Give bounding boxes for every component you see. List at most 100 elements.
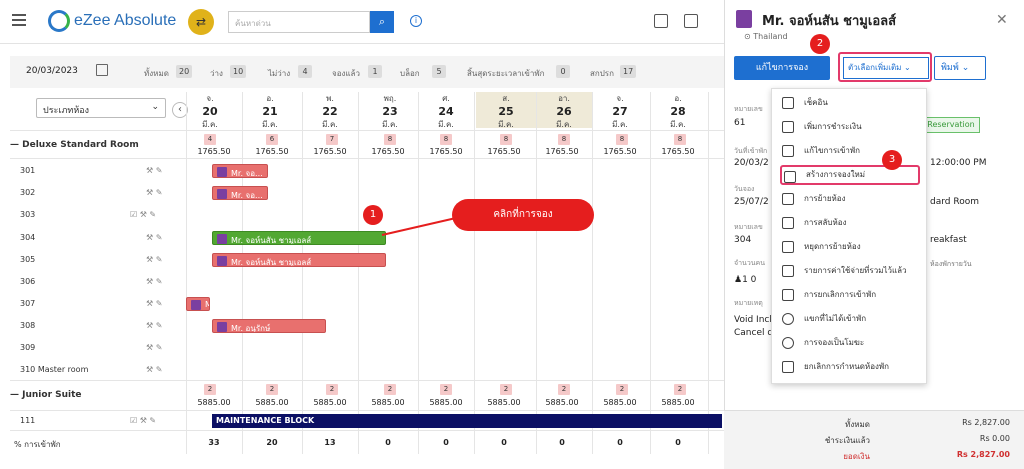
booking-bar[interactable]: Mr. จอ... [212,164,268,178]
menu-item-inclusions[interactable]: รายการค่าใช้จ่ายที่รวมไว้แล้ว [780,261,920,281]
room-type-deluxe[interactable]: — Deluxe Standard Room [10,140,139,150]
checkin-value: 20/03/2 [734,158,769,168]
avail-count: 8 [616,134,628,145]
housekeeping-icon[interactable]: ☑ ⚒ ✎ [130,210,156,219]
rate-type-value: reakfast [930,235,967,245]
room-rate: 5885.00 [661,398,695,407]
menu-item-new-reservation[interactable]: สร้างการจองใหม่ [780,165,920,185]
menu-item-checkin[interactable]: เช็คอิน [780,93,920,113]
void-icon [782,337,794,349]
menu-item-unassign-room[interactable]: ยกเลิกการกำหนดห้องพัก [780,357,920,377]
booking-bar[interactable]: Mr. อนุรักษ์ [212,319,326,333]
current-date[interactable]: 20/03/2023 [26,66,78,76]
housekeeping-icon[interactable]: ⚒ ✎ [146,255,162,264]
menu-item-add-payment[interactable]: เพิ่มการชำระเงิน [780,117,920,137]
note-line-1: Void Incl [734,315,772,325]
booking-bar[interactable]: M [186,297,210,311]
menu-item-room-move[interactable]: การย้ายห้อง [780,189,920,209]
bed-cancel-icon [782,361,794,373]
callout-click-booking: คลิกที่การจอง [452,199,594,231]
guest-icon [217,322,227,332]
housekeeping-icon[interactable]: ⚒ ✎ [146,321,162,330]
housekeeping-icon[interactable]: ☑ ⚒ ✎ [130,416,156,425]
more-options-menu: เช็คอิน เพิ่มการชำระเงิน แก้ไขการเข้าพัก… [771,88,927,384]
booked-label: วันจอง [734,185,755,193]
menu-item-stop-move[interactable]: หยุดการย้ายห้อง [780,237,920,257]
guest-icon [217,234,227,244]
guest-name: Mr. จอห์นสัน ชามูเอลส์ [762,14,897,29]
room-label[interactable]: 310 Master room [20,365,88,374]
step-badge-1: 1 [363,205,383,225]
menu-item-swap-room[interactable]: การสลับห้อง [780,213,920,233]
paid-label: ชำระเงินแล้ว [824,436,870,445]
chevron-down-icon: ⌄ [961,63,970,73]
room-label[interactable]: 308 [20,321,35,330]
location-pin-icon: ⊙ [744,32,754,41]
room-label[interactable]: 309 [20,343,35,352]
edit-reservation-button[interactable]: แก้ไขการจอง [734,56,830,80]
housekeeping-icon[interactable]: ⚒ ✎ [146,365,162,374]
room-label[interactable]: 304 [20,233,35,242]
stat-count-total: 20 [176,65,193,78]
menu-item-void[interactable]: การจองเป็นโมฆะ [780,333,920,353]
housekeeping-icon[interactable]: ⚒ ✎ [146,343,162,352]
housekeeping-icon[interactable]: ⚒ ✎ [146,277,162,286]
occupancy-value: 0 [443,438,449,447]
housekeeping-icon[interactable]: ⚒ ✎ [146,166,162,175]
room-rate: 5885.00 [371,398,405,407]
calendar-icon[interactable] [96,64,108,76]
room-label[interactable]: 303 [20,210,35,219]
more-options-button[interactable]: ตัวเลือกเพิ่มเติม ⌄ [838,52,932,82]
room-type-select-value: ประเภทห้อง [43,106,90,116]
guest-location: ⊙ Thailand [744,32,788,41]
guest-icon [217,189,227,199]
menu-item-cancel-stay[interactable]: การยกเลิกการเข้าพัก [780,285,920,305]
booking-bar[interactable]: Mr. จอ... [212,186,268,200]
room-type-junior-suite[interactable]: — Junior Suite [10,390,82,400]
info-icon[interactable]: i [410,15,422,27]
room-rate: 5885.00 [603,398,637,407]
occupancy-label: % การเข้าพัก [14,440,61,449]
grid-icon[interactable] [684,14,698,28]
occupancy-value: 13 [324,438,336,447]
booking-bar-selected[interactable]: Mr. จอห์นสัน ชามูเอลส์ [212,231,386,245]
booking-bar[interactable]: Mr. จอห์นสัน ชามูเอลส์ [212,253,386,267]
search-input[interactable]: ค้นหาด่วน [228,11,370,33]
maintenance-block[interactable]: MAINTENANCE BLOCK [212,414,722,428]
housekeeping-icon[interactable]: ⚒ ✎ [146,299,162,308]
room-rate: 1765.50 [371,147,405,156]
search-button[interactable]: ⌕ [370,11,394,33]
stat-label-due-out: สิ้นสุดระยะเวลาเข้าพัก [467,69,545,78]
room-label[interactable]: 301 [20,166,35,175]
avail-count: 2 [326,384,338,395]
avail-count: 2 [384,384,396,395]
avail-count: 2 [266,384,278,395]
stat-label-blocked: บล็อก [400,69,420,78]
calendar-icon [784,171,796,183]
swap-icon [782,217,794,229]
room-label[interactable]: 111 [20,416,35,425]
room-label[interactable]: 302 [20,188,35,197]
room-type-select[interactable]: ประเภทห้อง ⌄ [36,98,166,118]
calendar-add-icon[interactable] [654,14,668,28]
avail-count: 8 [500,134,512,145]
total-value: Rs 2,827.00 [962,418,1010,427]
housekeeping-icon[interactable]: ⚒ ✎ [146,233,162,242]
day-header: จ. 20 มี.ค. [202,94,218,129]
list-icon [782,265,794,277]
menu-item-no-show[interactable]: แขกที่ไม่ได้เข้าพัก [780,309,920,329]
room-rate: 1765.50 [487,147,521,156]
avail-count: 2 [674,384,686,395]
menu-icon[interactable] [12,14,26,26]
balance-label: ยอดเงิน [843,452,870,461]
avail-count: 7 [326,134,338,145]
room-label[interactable]: 307 [20,299,35,308]
balance-value: Rs 2,827.00 [956,450,1010,459]
shuffle-icon[interactable]: ⇄ [188,9,214,35]
close-icon[interactable]: ✕ [996,12,1008,28]
print-button[interactable]: พิมพ์ ⌄ [934,56,986,80]
room-label[interactable]: 305 [20,255,35,264]
total-label: ทั้งหมด [845,420,870,429]
room-label[interactable]: 306 [20,277,35,286]
housekeeping-icon[interactable]: ⚒ ✎ [146,188,162,197]
